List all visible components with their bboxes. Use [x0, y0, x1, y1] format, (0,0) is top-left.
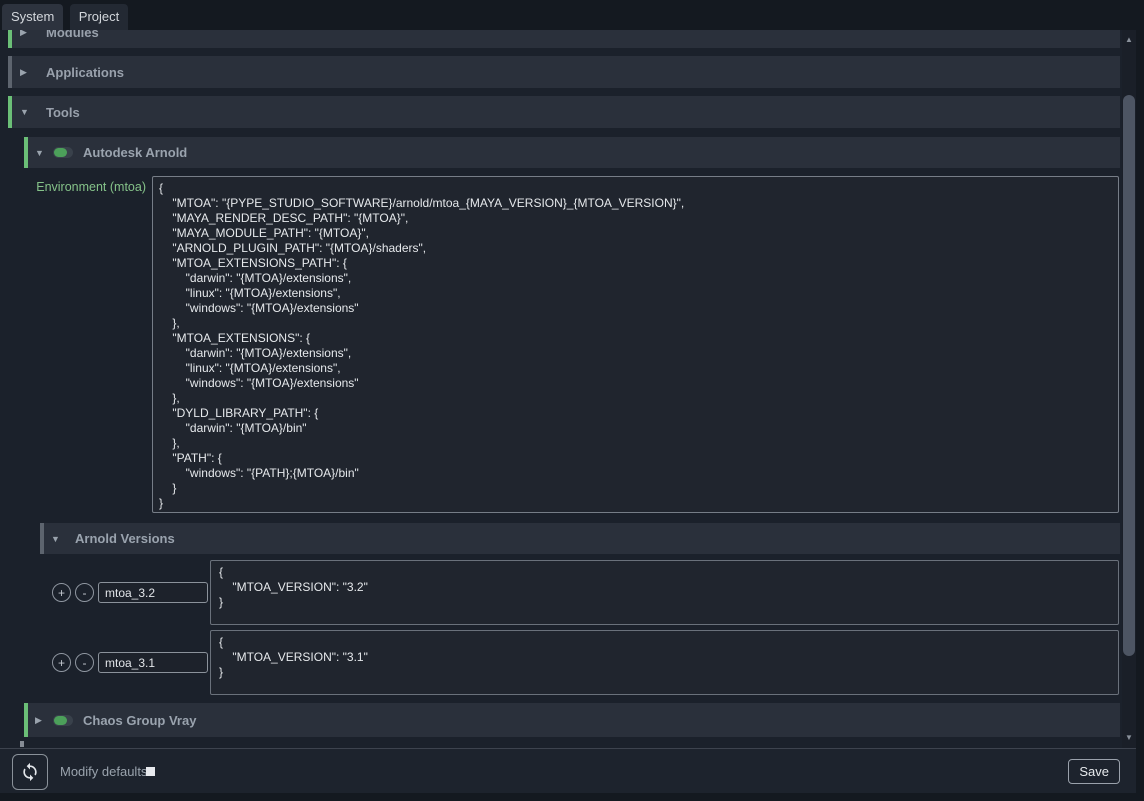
- chevron-down-icon: ▼: [20, 107, 34, 117]
- scrollbar-thumb[interactable]: [1123, 95, 1135, 656]
- version-key-input[interactable]: [98, 652, 208, 673]
- section-header-applications[interactable]: ▶ Applications: [8, 56, 1120, 88]
- subsection-header-arnold-versions[interactable]: ▼ Arnold Versions: [40, 523, 1120, 554]
- save-button[interactable]: Save: [1068, 759, 1120, 784]
- refresh-button[interactable]: [12, 754, 48, 790]
- section-header-modules[interactable]: ▶ Modules: [8, 30, 1120, 48]
- chevron-right-icon: ▶: [35, 715, 49, 726]
- version-row: + - { "MTOA_VERSION": "3.1" }: [0, 630, 1119, 695]
- toggle-knob: [54, 148, 67, 157]
- section-label-tools: Tools: [46, 105, 80, 120]
- modify-defaults-checkbox[interactable]: [146, 767, 155, 776]
- modify-defaults-label: Modify defaults: [60, 749, 147, 794]
- version-row-controls: + -: [0, 630, 210, 695]
- subsection-header-vray[interactable]: ▶ Chaos Group Vray: [24, 703, 1120, 737]
- environment-label: Environment (mtoa): [0, 176, 146, 194]
- section-label-applications: Applications: [46, 65, 124, 80]
- version-key-input[interactable]: [98, 582, 208, 603]
- partial-section-edge: [20, 741, 24, 747]
- vertical-scrollbar[interactable]: ▲ ▼: [1122, 30, 1136, 748]
- tab-bar: System Project: [0, 0, 1144, 30]
- add-version-button[interactable]: +: [52, 653, 71, 672]
- tab-project[interactable]: Project: [70, 4, 128, 30]
- section-label-modules: Modules: [46, 30, 99, 40]
- settings-window: System Project ▶ Modules ▶ Applications …: [0, 0, 1144, 801]
- version-row: + - { "MTOA_VERSION": "3.2" }: [0, 560, 1119, 625]
- arnold-enabled-toggle[interactable]: [53, 147, 73, 158]
- environment-json-textarea[interactable]: { "MTOA": "{PYPE_STUDIO_SOFTWARE}/arnold…: [152, 176, 1119, 513]
- scroll-up-icon[interactable]: ▲: [1122, 32, 1136, 48]
- settings-scroll-area: ▶ Modules ▶ Applications ▼ Tools ▼ Autod…: [0, 30, 1136, 748]
- chevron-right-icon: ▶: [20, 67, 34, 78]
- subsection-label-arnold-versions: Arnold Versions: [75, 531, 175, 546]
- version-json-textarea[interactable]: { "MTOA_VERSION": "3.1" }: [210, 630, 1119, 695]
- section-header-tools[interactable]: ▼ Tools: [8, 96, 1120, 128]
- version-row-controls: + -: [0, 560, 210, 625]
- scroll-down-icon[interactable]: ▼: [1122, 730, 1136, 746]
- add-version-button[interactable]: +: [52, 583, 71, 602]
- environment-row: Environment (mtoa) { "MTOA": "{PYPE_STUD…: [0, 176, 1119, 513]
- chevron-down-icon: ▼: [51, 534, 65, 544]
- chevron-down-icon: ▼: [35, 148, 49, 158]
- tab-system[interactable]: System: [2, 4, 63, 30]
- refresh-icon: [20, 762, 40, 782]
- chevron-right-icon: ▶: [20, 30, 34, 38]
- footer-bar: Modify defaults Save: [0, 748, 1136, 793]
- remove-version-button[interactable]: -: [75, 653, 94, 672]
- subsection-label-vray: Chaos Group Vray: [83, 713, 196, 728]
- toggle-knob: [54, 716, 67, 725]
- subsection-header-arnold[interactable]: ▼ Autodesk Arnold: [24, 137, 1120, 168]
- scroll-content: ▶ Modules ▶ Applications ▼ Tools ▼ Autod…: [0, 30, 1122, 747]
- remove-version-button[interactable]: -: [75, 583, 94, 602]
- vray-enabled-toggle[interactable]: [53, 715, 73, 726]
- subsection-label-arnold: Autodesk Arnold: [83, 145, 187, 160]
- version-json-textarea[interactable]: { "MTOA_VERSION": "3.2" }: [210, 560, 1119, 625]
